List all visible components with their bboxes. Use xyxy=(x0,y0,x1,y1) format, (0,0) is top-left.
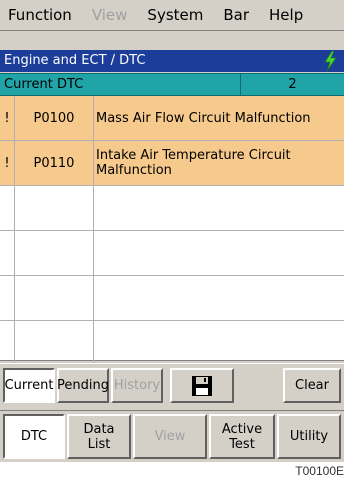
menu-help[interactable]: Help xyxy=(259,0,313,30)
row-code xyxy=(15,276,94,320)
current-button[interactable]: Current xyxy=(3,368,55,403)
clear-button[interactable]: Clear xyxy=(283,368,341,403)
table-row[interactable] xyxy=(0,321,344,365)
tab-active-test[interactable]: Active Test xyxy=(209,414,275,459)
dtc-button-bar: Current Pending History Clear xyxy=(0,363,344,407)
tab-utility[interactable]: Utility xyxy=(277,414,341,459)
table-row[interactable] xyxy=(0,186,344,231)
row-code: P0110 xyxy=(15,141,94,185)
table-row[interactable] xyxy=(0,276,344,321)
row-description xyxy=(94,186,342,230)
menu-system[interactable]: System xyxy=(137,0,213,30)
menu-bar-item[interactable]: Bar xyxy=(213,0,259,30)
row-flag: ! xyxy=(0,141,15,185)
row-flag xyxy=(0,231,15,275)
pending-button[interactable]: Pending xyxy=(57,368,109,403)
menu-bar: Function View System Bar Help xyxy=(0,0,344,31)
row-flag: ! xyxy=(0,96,15,140)
plug-connected-icon xyxy=(324,51,337,71)
row-code xyxy=(15,186,94,230)
table-row[interactable]: ! P0110 Intake Air Temperature Circuit M… xyxy=(0,141,344,186)
dtc-table: ! P0100 Mass Air Flow Circuit Malfunctio… xyxy=(0,96,344,365)
row-code xyxy=(15,321,94,365)
table-row[interactable]: ! P0100 Mass Air Flow Circuit Malfunctio… xyxy=(0,96,344,141)
figure-caption: T00100E xyxy=(295,464,344,478)
row-flag xyxy=(0,276,15,320)
tab-dtc[interactable]: DTC xyxy=(3,414,65,459)
row-description xyxy=(94,276,342,320)
tab-data-list[interactable]: Data List xyxy=(67,414,131,459)
row-description xyxy=(94,321,342,365)
floppy-disk-icon xyxy=(192,375,212,396)
table-row[interactable] xyxy=(0,231,344,276)
menu-view[interactable]: View xyxy=(82,0,138,30)
page-title: Engine and ECT / DTC xyxy=(4,53,146,68)
row-description: Intake Air Temperature Circuit Malfuncti… xyxy=(96,148,291,178)
history-button[interactable]: History xyxy=(111,368,163,403)
row-code xyxy=(15,231,94,275)
row-flag xyxy=(0,186,15,230)
tab-view[interactable]: View xyxy=(133,414,207,459)
menu-function[interactable]: Function xyxy=(0,0,82,30)
row-description xyxy=(94,231,342,275)
dtc-list-header: Current DTC 2 xyxy=(0,73,344,96)
row-description: Mass Air Flow Circuit Malfunction xyxy=(96,110,311,126)
header-label: Current DTC xyxy=(4,77,84,92)
title-bar: Engine and ECT / DTC xyxy=(0,50,344,72)
row-code: P0100 xyxy=(15,96,94,140)
row-flag xyxy=(0,321,15,365)
dtc-count: 2 xyxy=(288,77,297,92)
function-tab-bar: DTC Data List View Active Test Utility xyxy=(0,410,344,461)
save-button[interactable] xyxy=(170,368,234,403)
screen: Function View System Bar Help Engine and… xyxy=(0,0,344,462)
